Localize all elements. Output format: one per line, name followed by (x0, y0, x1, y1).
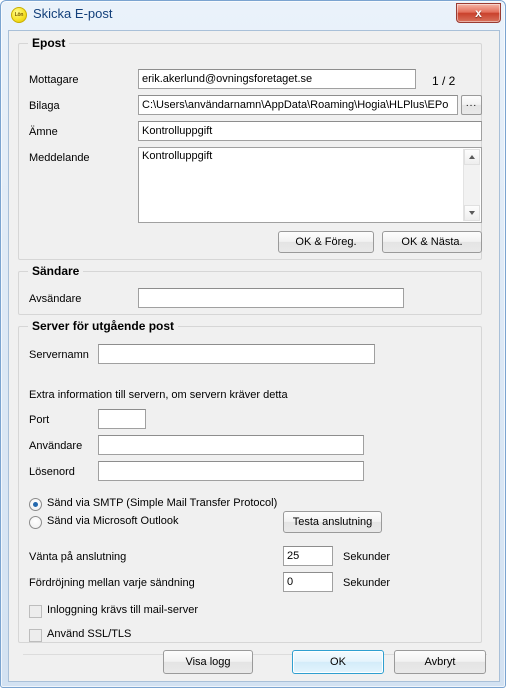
wait-seconds-input[interactable]: 25 (283, 546, 333, 566)
label-meddelande: Meddelande (29, 152, 90, 164)
radio-smtp-icon[interactable] (29, 498, 42, 511)
sender-input[interactable] (138, 288, 404, 308)
label-delay-unit: Sekunder (343, 577, 391, 589)
radio-outlook-icon[interactable] (29, 516, 42, 529)
group-epost-title: Epost (28, 36, 70, 50)
port-input[interactable] (98, 409, 146, 429)
label-anvandare: Användare (29, 440, 83, 452)
ok-next-button[interactable]: OK & Nästa. (382, 231, 482, 253)
subject-input[interactable]: Kontrolluppgift (138, 121, 482, 141)
label-amne: Ämne (29, 126, 58, 138)
dialog-window: Lön Skicka E-post x Epost Mottagare erik… (0, 0, 506, 688)
checkbox-ssl-label: Använd SSL/TLS (47, 628, 132, 640)
label-servernamn: Servernamn (29, 349, 89, 361)
label-losenord: Lösenord (29, 466, 75, 478)
group-epost: Epost Mottagare erik.akerlund@ovningsfor… (18, 36, 482, 260)
checkbox-login-icon[interactable] (29, 605, 42, 618)
radio-outlook-label: Sänd via Microsoft Outlook (47, 515, 179, 527)
group-server-title: Server för utgående post (28, 319, 179, 333)
message-scrollbar[interactable] (463, 149, 480, 221)
test-connection-button[interactable]: Testa anslutning (283, 511, 382, 533)
cancel-button[interactable]: Avbryt (394, 650, 486, 674)
label-delay: Fördröjning mellan varje sändning (29, 577, 195, 589)
checkbox-ssl-icon[interactable] (29, 629, 42, 642)
close-icon[interactable]: x (456, 3, 501, 23)
servername-input[interactable] (98, 344, 375, 364)
password-input[interactable] (98, 461, 364, 481)
ok-prev-button[interactable]: OK & Föreg. (278, 231, 374, 253)
group-server: Server för utgående post Servernamn Extr… (18, 319, 482, 643)
extra-info-text: Extra information till servern, om serve… (29, 389, 288, 401)
delay-seconds-input[interactable]: 0 (283, 572, 333, 592)
message-text: Kontrolluppgift (142, 150, 213, 162)
label-avsandare: Avsändare (29, 293, 82, 305)
label-mottagare: Mottagare (29, 74, 79, 86)
scroll-down-icon[interactable] (464, 205, 480, 221)
checkbox-login-label: Inloggning krävs till mail-server (47, 604, 198, 616)
radio-smtp-label: Sänd via SMTP (Simple Mail Transfer Prot… (47, 497, 278, 509)
title-bar: Lön Skicka E-post x (1, 1, 506, 29)
browse-button[interactable]: ... (461, 95, 482, 115)
username-input[interactable] (98, 435, 364, 455)
window-title: Skicka E-post (33, 6, 113, 21)
group-sandare-title: Sändare (28, 264, 84, 278)
ok-button[interactable]: OK (292, 650, 384, 674)
app-icon: Lön (11, 7, 27, 23)
dialog-client-area: Epost Mottagare erik.akerlund@ovningsfor… (8, 30, 500, 682)
label-wait-unit: Sekunder (343, 551, 391, 563)
page-counter: 1 / 2 (432, 74, 456, 88)
label-bilaga: Bilaga (29, 100, 60, 112)
message-textarea[interactable]: Kontrolluppgift (138, 147, 482, 223)
scroll-up-icon[interactable] (464, 149, 480, 165)
label-port: Port (29, 414, 50, 426)
recipient-input[interactable]: erik.akerlund@ovningsforetaget.se (138, 69, 416, 89)
attachment-input[interactable]: C:\Users\användarnamn\AppData\Roaming\Ho… (138, 95, 458, 115)
show-log-button[interactable]: Visa logg (163, 650, 253, 674)
group-sandare: Sändare Avsändare (18, 264, 482, 315)
label-wait: Vänta på anslutning (29, 551, 127, 563)
